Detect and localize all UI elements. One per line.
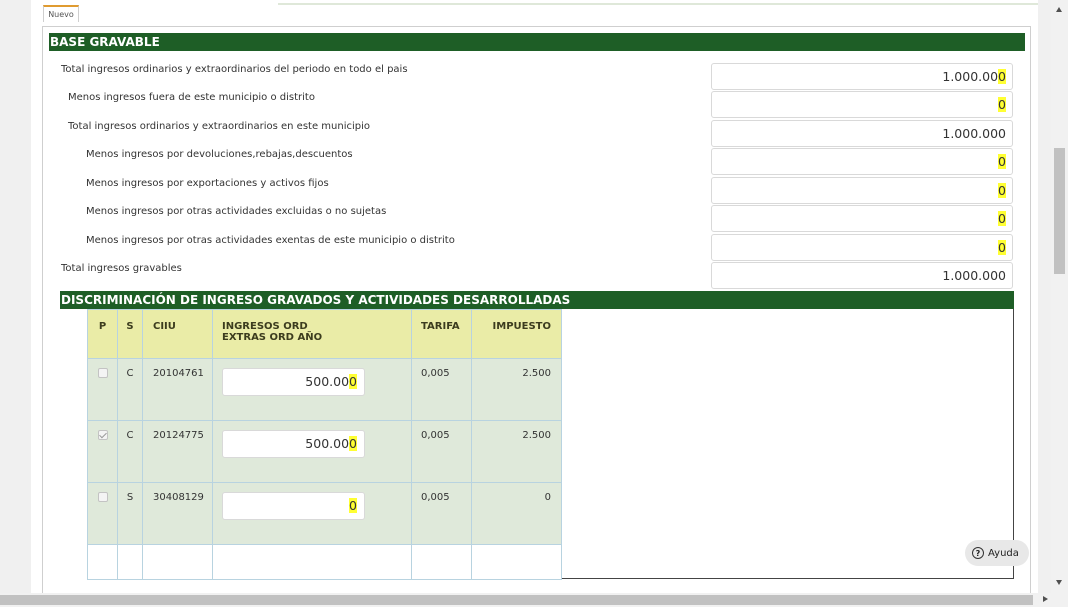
scroll-right-arrow-icon[interactable] — [1043, 596, 1048, 602]
cell-empty — [142, 544, 213, 580]
input-total-pais[interactable]: 1.000.000 — [711, 63, 1013, 90]
row-label-fuera-municipio: Menos ingresos fuera de este municipio o… — [68, 92, 315, 103]
cell-empty — [87, 544, 118, 580]
input-cursor-highlight: 0 — [349, 498, 357, 513]
discriminacion-header: DISCRIMINACIÓN DE INGRESO GRAVADOS Y ACT… — [60, 291, 1014, 309]
question-circle-icon: ? — [972, 547, 984, 559]
principal-checkbox[interactable] — [97, 492, 108, 502]
input-total-municipio[interactable]: 1.000.000 — [711, 120, 1013, 147]
ingresos-input[interactable]: 500.000 — [222, 430, 365, 458]
cell-impuesto: 2.500 — [471, 420, 562, 483]
scroll-down-arrow-icon[interactable] — [1056, 580, 1062, 585]
cell-ciiu: 30408129 — [142, 482, 213, 545]
row-label-devoluciones: Menos ingresos por devoluciones,rebajas,… — [86, 149, 353, 160]
activities-table: P S CIIU INGRESOS ORD EXTRAS ORD AÑO TARI… — [87, 309, 562, 580]
input-cursor-highlight: 0 — [998, 183, 1006, 198]
row-label-exentas: Menos ingresos por otras actividades exe… — [86, 235, 455, 246]
table-row: C 20104761 500.000 0,005 2.500 — [87, 358, 562, 421]
ingresos-input[interactable]: 0 — [222, 492, 365, 520]
col-header-p: P — [87, 309, 118, 359]
col-header-ciiu: CIIU — [142, 309, 213, 359]
cell-impuesto: 2.500 — [471, 358, 562, 421]
cell-ingresos: 500.000 — [212, 420, 412, 483]
input-cursor-highlight: 0 — [998, 69, 1006, 84]
ingresos-input[interactable]: 500.000 — [222, 368, 365, 396]
row-label-total-pais: Total ingresos ordinarios y extraordinar… — [61, 64, 408, 75]
input-total-gravables[interactable]: 1.000.000 — [711, 262, 1013, 289]
input-cursor-highlight: 0 — [998, 97, 1006, 112]
table-row-empty — [87, 544, 562, 580]
cell-ingresos: 0 — [212, 482, 412, 545]
help-button-label: Ayuda — [988, 547, 1019, 559]
input-value: 500.00 — [305, 374, 350, 389]
cell-p — [87, 358, 118, 421]
row-label-total-municipio: Total ingresos ordinarios y extraordinar… — [68, 121, 370, 132]
cell-tarifa: 0,005 — [411, 420, 472, 483]
base-gravable-header: BASE GRAVABLE — [49, 33, 1025, 51]
cell-s: C — [117, 358, 143, 421]
cell-empty — [117, 544, 143, 580]
input-exentas[interactable]: 0 — [711, 234, 1013, 261]
cell-s: C — [117, 420, 143, 483]
cell-tarifa: 0,005 — [411, 358, 472, 421]
input-cursor-highlight: 0 — [998, 211, 1006, 226]
col-header-ingresos-line1: INGRESOS ORD — [222, 321, 308, 332]
col-header-tarifa: TARIFA — [411, 309, 472, 359]
cell-p — [87, 482, 118, 545]
input-value: 500.00 — [305, 436, 350, 451]
row-label-exportaciones: Menos ingresos por exportaciones y activ… — [86, 178, 329, 189]
scroll-up-arrow-icon[interactable] — [1056, 7, 1062, 12]
table-row: S 30408129 0 0,005 0 — [87, 482, 562, 545]
cell-empty — [212, 544, 412, 580]
input-cursor-highlight: 0 — [349, 374, 357, 389]
cell-tarifa: 0,005 — [411, 482, 472, 545]
input-exportaciones[interactable]: 0 — [711, 177, 1013, 204]
row-label-total-gravables: Total ingresos gravables — [61, 263, 182, 274]
input-value: 1.000.00 — [942, 69, 999, 84]
horizontal-scroll-thumb[interactable] — [0, 595, 1033, 605]
principal-checkbox[interactable] — [97, 368, 108, 378]
tab-nuevo[interactable]: Nuevo — [43, 5, 79, 22]
page-content: Nuevo BASE GRAVABLE Total ingresos ordin… — [31, 0, 1038, 593]
cell-p — [87, 420, 118, 483]
table-row: C 20124775 500.000 0,005 2.500 — [87, 420, 562, 483]
input-fuera-municipio[interactable]: 0 — [711, 91, 1013, 118]
help-button[interactable]: ? Ayuda — [965, 540, 1029, 566]
top-divider — [278, 3, 1038, 5]
cell-impuesto: 0 — [471, 482, 562, 545]
col-header-s: S — [117, 309, 143, 359]
col-header-impuesto: IMPUESTO — [471, 309, 562, 359]
input-value: 1.000.000 — [942, 268, 1006, 283]
cell-empty — [471, 544, 562, 580]
input-cursor-highlight: 0 — [998, 154, 1006, 169]
input-cursor-highlight: 0 — [349, 436, 357, 451]
cell-ingresos: 500.000 — [212, 358, 412, 421]
table-header-row: P S CIIU INGRESOS ORD EXTRAS ORD AÑO TARI… — [87, 309, 562, 359]
principal-checkbox[interactable] — [97, 430, 108, 440]
cell-ciiu: 20104761 — [142, 358, 213, 421]
cell-ciiu: 20124775 — [142, 420, 213, 483]
input-cursor-highlight: 0 — [998, 240, 1006, 255]
cell-s: S — [117, 482, 143, 545]
vertical-scroll-thumb[interactable] — [1054, 148, 1065, 274]
input-value: 1.000.000 — [942, 126, 1006, 141]
cell-empty — [411, 544, 472, 580]
vertical-scrollbar[interactable] — [1051, 0, 1068, 593]
horizontal-scrollbar[interactable] — [0, 593, 1068, 607]
col-header-ingresos-line2: EXTRAS ORD AÑO — [222, 332, 323, 343]
input-excluidas[interactable]: 0 — [711, 205, 1013, 232]
col-header-ingresos: INGRESOS ORD EXTRAS ORD AÑO — [212, 309, 412, 359]
row-label-excluidas: Menos ingresos por otras actividades exc… — [86, 206, 387, 217]
input-devoluciones[interactable]: 0 — [711, 148, 1013, 175]
